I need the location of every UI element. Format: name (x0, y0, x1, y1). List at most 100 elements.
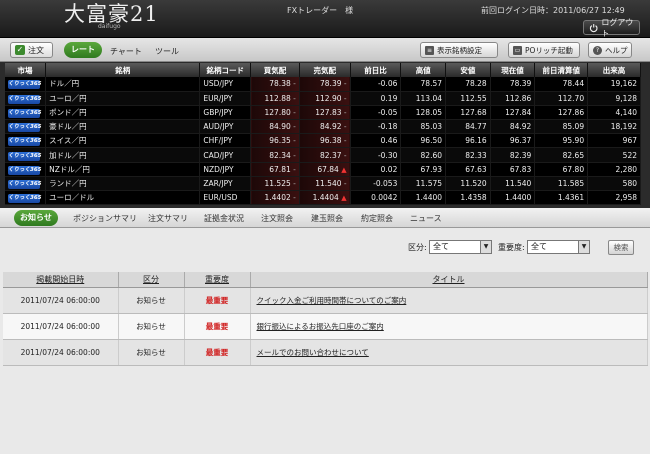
symbol-code: AUD/JPY (199, 119, 252, 135)
news-title-link[interactable]: 銀行振込によるお振込先口座のご案内 (257, 322, 384, 331)
bid-tick-mark: - (293, 150, 296, 160)
news-title-link[interactable]: メールでのお問い合わせについて (257, 348, 369, 357)
bid-price[interactable]: 78.38 - (250, 77, 300, 92)
high-value: 67.93 (400, 162, 447, 177)
ask-price[interactable]: 78.39 - (299, 77, 351, 92)
change-value: 0.02 (350, 162, 402, 177)
bid-tick-mark: - (293, 136, 296, 146)
rate-row[interactable]: くりっく365 豪ドル／円 AUD/JPY 84.90 -84.92 - -0.18 85… (5, 119, 641, 135)
subtab-execution-inquiry[interactable]: 約定照会 (361, 213, 393, 224)
bid-tick-mark: - (293, 79, 296, 89)
priority-select[interactable]: 全て ▼ (527, 240, 590, 254)
ask-price[interactable]: 1.4404 ▲ (299, 190, 351, 206)
symbol-code: NZD/JPY (199, 162, 252, 177)
nav-tool-tab[interactable]: ツール (155, 46, 179, 57)
rate-row[interactable]: くりっく365 ドル／円 USD/JPY 78.38 -78.39 - -0.06 78.… (5, 77, 641, 92)
bid-price[interactable]: 82.34 - (250, 147, 300, 163)
symbol-settings-button[interactable]: ≡ 表示銘柄設定 (420, 42, 498, 58)
bid-price[interactable]: 127.80 - (250, 105, 300, 121)
change-value: -0.18 (350, 119, 402, 135)
rate-row[interactable]: くりっく365 加ドル／円 CAD/JPY 82.34 -82.37 - -0.30 82… (5, 147, 641, 163)
market-cell: くりっく365 (5, 176, 47, 192)
rate-row[interactable]: くりっく365 ランド／円 ZAR/JPY 11.525 -11.540 - -0.05… (5, 176, 641, 192)
subtab-position-summary[interactable]: ポジションサマリ (73, 213, 137, 224)
rate-row[interactable]: くりっく365 スイス／円 CHF/JPY 96.35 -96.38 -0.46 96.… (5, 133, 641, 149)
subtab-notices[interactable]: お知らせ (14, 210, 58, 226)
ask-price[interactable]: 84.92 - (299, 119, 351, 135)
market-cell: くりっく365 (5, 77, 47, 92)
user-name-label: FXトレーダー 様 (287, 6, 354, 15)
news-row: 2011/07/24 06:00:00 お知らせ 最重要 銀行振込によるお振込先… (3, 313, 648, 340)
bid-price[interactable]: 1.4402 - (250, 190, 300, 206)
logout-label: ログアウト (601, 17, 634, 38)
subtab-position-inquiry[interactable]: 建玉照会 (311, 213, 343, 224)
news-category: お知らせ (118, 287, 185, 314)
rich-launch-button[interactable]: ▭ POリッチ起動 (508, 42, 580, 58)
ask-price[interactable]: 96.38 - (299, 133, 351, 149)
rate-col-header: 市場 (5, 63, 47, 77)
volume-value: 19,162 (587, 77, 641, 92)
bid-price[interactable]: 67.81 - (250, 162, 300, 177)
power-icon (589, 23, 598, 32)
logout-button[interactable]: ログアウト (583, 18, 640, 38)
ask-price[interactable]: 67.84 ▲ (299, 162, 351, 177)
bid-price[interactable]: 11.525 - (250, 176, 300, 192)
symbol-code: GBP/JPY (199, 105, 252, 121)
news-col-category[interactable]: 区分 (118, 272, 185, 288)
help-button[interactable]: ? ヘルプ (588, 42, 632, 58)
rate-col-header: 銘柄 (45, 63, 201, 77)
subtab-order-summary[interactable]: 注文サマリ (148, 213, 188, 224)
help-icon: ? (593, 45, 602, 55)
prev-settle-value: 95.90 (534, 133, 589, 149)
chevron-down-icon: ▼ (480, 241, 491, 253)
low-value: 67.63 (445, 162, 491, 177)
search-button[interactable]: 検索 (608, 240, 634, 255)
rate-col-header: 前日比 (350, 63, 402, 77)
nav-chart-tab[interactable]: チャート (110, 46, 142, 57)
rate-row[interactable]: くりっく365 ユーロ／ドル EUR/USD 1.4402 -1.4404 ▲ 0.00… (5, 190, 641, 206)
window-icon: ▭ (513, 45, 522, 55)
symbol-code: USD/JPY (199, 77, 252, 92)
news-title-link[interactable]: クイック入金ご利用時間帯についてのご案内 (257, 296, 407, 305)
symbol-name: 加ドル／円 (45, 147, 201, 163)
bid-price[interactable]: 112.88 - (250, 91, 300, 106)
bid-price[interactable]: 96.35 - (250, 133, 300, 149)
ask-tick-mark: - (343, 178, 347, 188)
volume-value: 4,140 (587, 105, 641, 121)
category-select[interactable]: 全て ▼ (429, 240, 492, 254)
bid-price[interactable]: 84.90 - (250, 119, 300, 135)
volume-value: 9,128 (587, 91, 641, 106)
main-toolbar: ✓ 注文 レート チャート ツール ≡ 表示銘柄設定 ▭ POリッチ起動 ? ヘ… (0, 38, 650, 62)
order-label: 注文 (28, 45, 44, 55)
ask-price[interactable]: 112.90 - (299, 91, 351, 106)
news-col-title[interactable]: タイトル (250, 272, 648, 288)
ask-tick-mark: - (343, 122, 347, 132)
bid-tick-mark: - (293, 164, 296, 174)
rate-col-header: 現在値 (490, 63, 536, 77)
rate-row[interactable]: くりっく365 NZドル／円 NZD/JPY 67.81 -67.84 ▲ 0.02 67… (5, 162, 641, 177)
chevron-down-icon: ▼ (578, 241, 589, 253)
rate-row[interactable]: くりっく365 ポンド／円 GBP/JPY 127.80 -127.83 - -0.05… (5, 105, 641, 121)
nav-rate-tab[interactable]: レート (64, 42, 102, 58)
symbol-name: ユーロ／円 (45, 91, 201, 106)
high-value: 1.4400 (400, 190, 447, 206)
bid-tick-mark: - (293, 178, 296, 188)
ask-price[interactable]: 11.540 - (299, 176, 351, 192)
subtab-news[interactable]: ニュース (410, 213, 442, 224)
last-value: 96.37 (490, 133, 536, 149)
news-col-priority[interactable]: 重要度 (184, 272, 251, 288)
market-badge: くりっく365 (8, 194, 42, 204)
subtab-margin-status[interactable]: 証拠金状況 (204, 213, 244, 224)
subtab-order-inquiry[interactable]: 注文照会 (261, 213, 293, 224)
market-cell: くりっく365 (5, 91, 47, 106)
volume-value: 522 (587, 147, 641, 163)
ask-price[interactable]: 82.37 - (299, 147, 351, 163)
prev-settle-value: 1.4361 (534, 190, 589, 206)
rate-row[interactable]: くりっく365 ユーロ／円 EUR/JPY 112.88 -112.90 -0.19 1… (5, 91, 641, 106)
order-button[interactable]: ✓ 注文 (10, 42, 53, 58)
last-value: 11.540 (490, 176, 536, 192)
market-cell: くりっく365 (5, 147, 47, 163)
ask-price[interactable]: 127.83 - (299, 105, 351, 121)
symbol-name: ランド／円 (45, 176, 201, 192)
news-col-date[interactable]: 掲載開始日時 (3, 272, 119, 288)
